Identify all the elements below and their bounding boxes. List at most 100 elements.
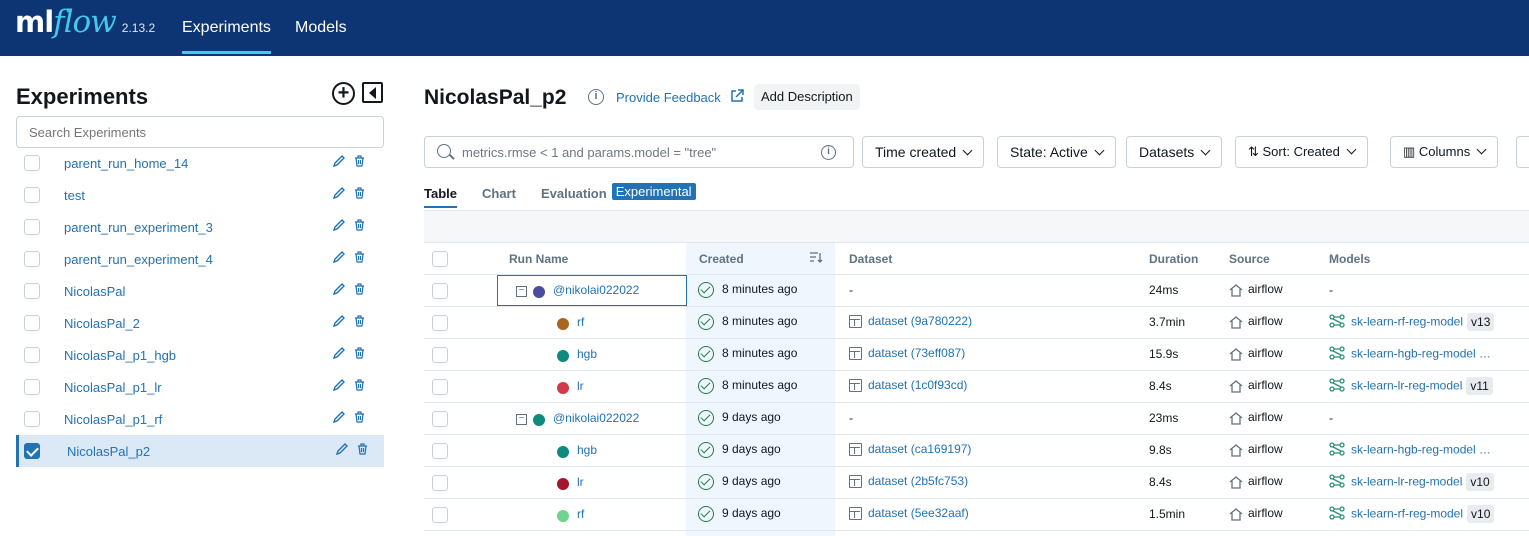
model-link[interactable]: sk-learn-hgb-reg-model … xyxy=(1329,442,1491,459)
columns-dropdown[interactable]: ▥ Columns xyxy=(1390,136,1499,168)
dataset-link[interactable]: dataset (73eff087) xyxy=(849,346,965,361)
table-row[interactable]: lr 9 days ago dataset (2b5fc753) 8.4s airflo… xyxy=(424,467,1529,499)
time-created-dropdown[interactable]: Time created xyxy=(862,136,985,168)
run-name-link[interactable]: lr xyxy=(577,379,584,393)
run-name-link[interactable]: lr xyxy=(577,475,584,489)
delete-trash-icon[interactable] xyxy=(354,347,365,362)
experiment-list-item[interactable]: NicolasPal_p1_hgb xyxy=(16,339,384,371)
edit-pencil-icon[interactable] xyxy=(332,346,346,362)
tab-table[interactable]: Table xyxy=(424,186,457,208)
external-link-icon[interactable] xyxy=(730,89,744,103)
table-row[interactable]: hgb 9 days ago dataset (ca169197) 9.8s airfl… xyxy=(424,435,1529,467)
experiment-name[interactable]: test xyxy=(64,188,85,203)
column-duration[interactable]: Duration xyxy=(1149,252,1198,266)
search-experiments-input[interactable] xyxy=(16,116,384,148)
experiment-checkbox[interactable] xyxy=(24,315,40,331)
provide-feedback-link[interactable]: Provide Feedback xyxy=(616,90,721,105)
edit-pencil-icon[interactable] xyxy=(332,250,346,266)
edit-pencil-icon[interactable] xyxy=(332,282,346,298)
experiment-name[interactable]: NicolasPal_p1_hgb xyxy=(64,348,176,363)
dataset-link[interactable]: dataset (9a780222) xyxy=(849,314,972,329)
run-name-link[interactable]: rf xyxy=(577,507,584,521)
edit-pencil-icon[interactable] xyxy=(332,410,346,426)
row-checkbox[interactable] xyxy=(432,379,448,395)
row-checkbox[interactable] xyxy=(432,411,448,427)
row-checkbox[interactable] xyxy=(432,443,448,459)
dataset-link[interactable]: dataset (1c0f93cd) xyxy=(849,378,967,393)
column-run-name[interactable]: Run Name xyxy=(509,252,568,266)
experiment-name[interactable]: NicolasPal_p1_rf xyxy=(64,412,162,427)
mlflow-logo[interactable]: ml flow 2.13.2 xyxy=(15,4,155,40)
row-checkbox[interactable] xyxy=(432,507,448,523)
runs-search-input[interactable]: metrics.rmse < 1 and params.model = "tre… xyxy=(424,136,854,168)
state-dropdown[interactable]: State: Active xyxy=(997,136,1116,168)
delete-trash-icon[interactable] xyxy=(354,411,365,426)
experiment-list-item[interactable]: NicolasPal_p2 xyxy=(16,435,384,467)
delete-trash-icon[interactable] xyxy=(357,443,368,458)
model-link[interactable]: sk-learn-rf-reg-model v13 xyxy=(1329,312,1495,331)
run-name-link[interactable]: rf xyxy=(577,315,584,329)
experiment-list-item[interactable]: NicolasPal xyxy=(16,275,384,307)
dataset-link[interactable]: dataset (ca169197) xyxy=(849,442,971,457)
nav-models[interactable]: Models xyxy=(295,19,347,37)
table-row[interactable]: rf 8 minutes ago dataset (9a780222) 3.7min a… xyxy=(424,307,1529,339)
add-description-button[interactable]: Add Description xyxy=(754,84,860,110)
delete-trash-icon[interactable] xyxy=(354,219,365,234)
table-row[interactable]: hgb 8 minutes ago dataset (73eff087) 15.9s a… xyxy=(424,339,1529,371)
experiment-checkbox[interactable] xyxy=(24,379,40,395)
table-row[interactable]: − @nikolai022022 9 days ago - 23ms airflow - xyxy=(424,403,1529,435)
experiment-name[interactable]: NicolasPal xyxy=(64,284,125,299)
edit-pencil-icon[interactable] xyxy=(332,378,346,394)
collapse-toggle-icon[interactable]: − xyxy=(516,284,527,298)
delete-trash-icon[interactable] xyxy=(354,379,365,394)
nav-experiments[interactable]: Experiments xyxy=(182,19,271,54)
experiment-name[interactable]: parent_run_experiment_3 xyxy=(64,220,213,235)
column-models[interactable]: Models xyxy=(1329,252,1370,266)
experiment-list-item[interactable]: test xyxy=(16,179,384,211)
experiment-list-item[interactable]: NicolasPal_2 xyxy=(16,307,384,339)
more-filters-button[interactable] xyxy=(1516,136,1529,168)
experiment-name[interactable]: NicolasPal_p2 xyxy=(67,444,150,459)
experiment-list-item[interactable]: NicolasPal_p1_rf xyxy=(16,403,384,435)
edit-pencil-icon[interactable] xyxy=(332,186,346,202)
edit-pencil-icon[interactable] xyxy=(332,154,346,170)
experiment-name[interactable]: NicolasPal_2 xyxy=(64,316,140,331)
info-icon[interactable]: i xyxy=(588,89,604,105)
delete-trash-icon[interactable] xyxy=(354,283,365,298)
column-dataset[interactable]: Dataset xyxy=(849,252,892,266)
sort-desc-icon[interactable] xyxy=(809,251,823,267)
model-link[interactable]: sk-learn-rf-reg-model v10 xyxy=(1329,504,1495,523)
row-checkbox[interactable] xyxy=(432,283,448,299)
row-checkbox[interactable] xyxy=(432,347,448,363)
row-checkbox[interactable] xyxy=(432,315,448,331)
tab-evaluation[interactable]: Evaluation Experimental xyxy=(541,183,696,208)
experiment-checkbox[interactable] xyxy=(24,411,40,427)
dataset-link[interactable]: dataset (5ee32aaf) xyxy=(849,506,969,521)
run-name-link[interactable]: @nikolai022022 xyxy=(553,411,639,425)
collapse-toggle-icon[interactable]: − xyxy=(516,412,527,426)
delete-trash-icon[interactable] xyxy=(354,155,365,170)
row-checkbox[interactable] xyxy=(432,475,448,491)
experiment-checkbox[interactable] xyxy=(24,155,40,171)
experiment-list-item[interactable]: parent_run_home_14 xyxy=(16,147,384,179)
dataset-link[interactable]: dataset (2b5fc753) xyxy=(849,474,968,489)
experiment-checkbox[interactable] xyxy=(24,443,40,459)
experiment-checkbox[interactable] xyxy=(24,251,40,267)
experiment-list-item[interactable]: parent_run_experiment_4 xyxy=(16,243,384,275)
edit-pencil-icon[interactable] xyxy=(335,442,349,458)
tab-chart[interactable]: Chart xyxy=(482,186,516,208)
delete-trash-icon[interactable] xyxy=(354,187,365,202)
collapse-sidebar-icon[interactable] xyxy=(362,82,383,103)
delete-trash-icon[interactable] xyxy=(354,251,365,266)
experiment-checkbox[interactable] xyxy=(24,187,40,203)
column-source[interactable]: Source xyxy=(1229,252,1270,266)
run-name-link[interactable]: @nikolai022022 xyxy=(553,283,639,297)
model-link[interactable]: sk-learn-lr-reg-model v11 xyxy=(1329,376,1493,395)
experiment-list-item[interactable]: parent_run_experiment_3 xyxy=(16,211,384,243)
datasets-dropdown[interactable]: Datasets xyxy=(1126,136,1223,168)
experiment-list-item[interactable]: NicolasPal_p1_lr xyxy=(16,371,384,403)
select-all-checkbox[interactable] xyxy=(432,251,448,267)
run-name-link[interactable]: hgb xyxy=(577,347,597,361)
table-row[interactable]: lr 8 minutes ago dataset (1c0f93cd) 8.4s air… xyxy=(424,371,1529,403)
search-info-icon[interactable]: i xyxy=(821,145,836,160)
